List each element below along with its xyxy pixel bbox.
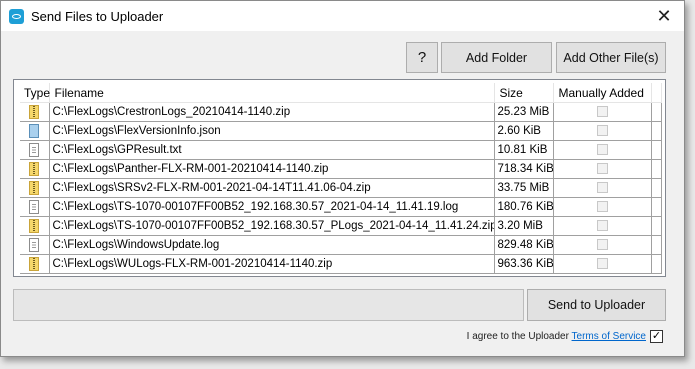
size-cell: 25.23 MiB xyxy=(493,102,554,122)
filename-cell: C:\FlexLogs\SRSv2-FLX-RM-001-2021-04-14T… xyxy=(48,178,495,198)
manually-added-checkbox xyxy=(596,163,608,175)
filename-cell: C:\FlexLogs\GPResult.txt xyxy=(48,140,495,160)
close-icon[interactable]: ✕ xyxy=(644,1,684,31)
send-to-uploader-button[interactable]: Send to Uploader xyxy=(527,289,666,321)
table-row[interactable]: C:\FlexLogs\TS-1070-00107FF00B52_192.168… xyxy=(20,197,662,217)
add-folder-button[interactable]: Add Folder xyxy=(441,42,552,73)
zip-file-icon xyxy=(29,219,40,233)
help-button[interactable]: ? xyxy=(406,42,438,73)
text-file-icon xyxy=(29,238,40,252)
table-row[interactable]: C:\FlexLogs\FlexVersionInfo.json 2.60 Ki… xyxy=(20,121,662,141)
table-row[interactable]: C:\FlexLogs\WULogs-FLX-RM-001-20210414-1… xyxy=(20,254,662,274)
zip-file-icon xyxy=(29,257,40,271)
table-row[interactable]: C:\FlexLogs\TS-1070-00107FF00B52_192.168… xyxy=(20,216,662,236)
table-row[interactable]: C:\FlexLogs\SRSv2-FLX-RM-001-2021-04-14T… xyxy=(20,178,662,198)
zip-file-icon xyxy=(29,181,40,195)
manually-added-checkbox xyxy=(596,182,608,194)
column-header-type[interactable]: Type xyxy=(20,83,50,103)
agreement-label: I agree to the Uploader xyxy=(466,331,572,342)
filename-cell: C:\FlexLogs\FlexVersionInfo.json xyxy=(48,121,495,141)
text-file-icon xyxy=(29,143,40,157)
size-cell: 180.76 KiB xyxy=(493,197,554,217)
uploader-app-icon xyxy=(9,9,24,24)
zip-file-icon xyxy=(29,105,40,119)
manually-added-checkbox xyxy=(596,106,608,118)
size-cell: 829.48 KiB xyxy=(493,235,554,255)
manually-added-checkbox xyxy=(596,220,608,232)
filename-cell: C:\FlexLogs\TS-1070-00107FF00B52_192.168… xyxy=(48,197,495,217)
manually-added-checkbox xyxy=(596,144,608,156)
size-cell: 718.34 KiB xyxy=(493,159,554,179)
file-table: Type Filename Size Manually Added C:\Fle… xyxy=(20,83,662,274)
filename-cell: C:\FlexLogs\WindowsUpdate.log xyxy=(48,235,495,255)
filename-cell: C:\FlexLogs\CrestronLogs_20210414-1140.z… xyxy=(48,102,495,122)
table-row[interactable]: C:\FlexLogs\CrestronLogs_20210414-1140.z… xyxy=(20,102,662,122)
filename-cell: C:\FlexLogs\Panther-FLX-RM-001-20210414-… xyxy=(48,159,495,179)
manually-added-checkbox xyxy=(596,201,608,213)
filename-cell: C:\FlexLogs\WULogs-FLX-RM-001-20210414-1… xyxy=(48,254,495,274)
file-list[interactable]: Type Filename Size Manually Added C:\Fle… xyxy=(13,79,666,277)
manually-added-checkbox xyxy=(596,125,608,137)
filename-cell: C:\FlexLogs\TS-1070-00107FF00B52_192.168… xyxy=(48,216,495,236)
window-title: Send Files to Uploader xyxy=(31,9,164,24)
table-row[interactable]: C:\FlexLogs\GPResult.txt 10.81 KiB xyxy=(20,140,662,160)
column-header-manually-added[interactable]: Manually Added xyxy=(553,83,652,103)
table-header: Type Filename Size Manually Added xyxy=(20,83,662,103)
text-file-icon xyxy=(29,200,40,214)
agree-checkbox[interactable]: ✓ xyxy=(650,330,663,343)
manually-added-checkbox xyxy=(596,239,608,251)
zip-file-icon xyxy=(29,162,40,176)
json-file-icon xyxy=(29,124,40,138)
table-row[interactable]: C:\FlexLogs\Panther-FLX-RM-001-20210414-… xyxy=(20,159,662,179)
terms-of-service-link[interactable]: Terms of Service xyxy=(572,331,646,342)
column-header-filler xyxy=(651,83,662,103)
agreement-text: I agree to the Uploader Terms of Service xyxy=(467,331,646,342)
status-bar xyxy=(13,289,524,321)
size-cell: 2.60 KiB xyxy=(493,121,554,141)
manually-added-checkbox xyxy=(596,258,608,270)
size-cell: 3.20 MiB xyxy=(493,216,554,236)
column-header-size[interactable]: Size xyxy=(494,83,554,103)
size-cell: 963.36 KiB xyxy=(493,254,554,274)
size-cell: 10.81 KiB xyxy=(493,140,554,160)
add-other-files-button[interactable]: Add Other File(s) xyxy=(556,42,666,73)
title-bar: Send Files to Uploader ✕ xyxy=(1,1,684,31)
size-cell: 33.75 MiB xyxy=(493,178,554,198)
send-files-dialog: Send Files to Uploader ✕ ? Add Folder Ad… xyxy=(0,0,685,357)
column-header-filename[interactable]: Filename xyxy=(49,83,495,103)
table-row[interactable]: C:\FlexLogs\WindowsUpdate.log 829.48 KiB xyxy=(20,235,662,255)
